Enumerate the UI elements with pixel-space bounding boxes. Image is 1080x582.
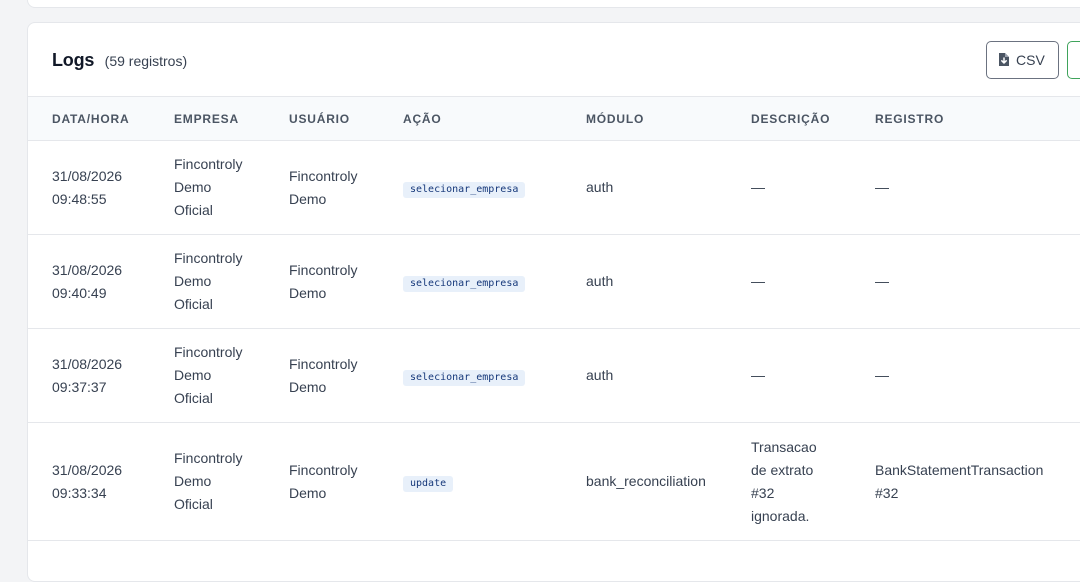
company-line: Oficial: [174, 296, 213, 312]
user-cell: Fincontroly Demo: [265, 234, 379, 329]
logs-card-header: Logs (59 registros) CSV: [28, 23, 1080, 96]
logs-table-container: DATA/HORA EMPRESA USUÁRIO AÇÃO MÓDULO DE…: [28, 96, 1080, 541]
company-line: Demo: [174, 473, 212, 489]
column-header-description[interactable]: DESCRIÇÃO: [727, 96, 851, 141]
user-line: Demo: [289, 284, 327, 301]
record-cell: BankStatementTransaction #32: [851, 422, 1080, 541]
column-header-company[interactable]: EMPRESA: [150, 96, 265, 141]
date-time-cell: 31/08/2026 09:33:34: [28, 422, 150, 541]
company-line: Demo: [174, 179, 212, 195]
logs-table-header-row: DATA/HORA EMPRESA USUÁRIO AÇÃO MÓDULO DE…: [28, 96, 1080, 141]
description-line: ignorada.: [751, 507, 810, 524]
action-cell: update: [379, 422, 562, 541]
company-line: Fincontroly: [174, 344, 243, 360]
record-cell: —: [851, 234, 1080, 329]
user-line: Fincontroly: [289, 261, 358, 278]
csv-export-button[interactable]: CSV: [986, 41, 1059, 79]
column-header-module[interactable]: MÓDULO: [562, 96, 727, 141]
logs-card: Logs (59 registros) CSV DATA/HORA EMPRES…: [27, 22, 1080, 582]
user-line: Fincontroly: [289, 461, 358, 478]
logs-table-header: DATA/HORA EMPRESA USUÁRIO AÇÃO MÓDULO DE…: [28, 96, 1080, 141]
logs-title-group: Logs (59 registros): [52, 50, 187, 71]
company-line: Fincontroly: [174, 450, 243, 466]
csv-button-label: CSV: [1016, 52, 1045, 68]
logs-table-body: 31/08/2026 09:48:55 Fincontroly Demo Ofi…: [28, 140, 1080, 541]
table-row[interactable]: 31/08/2026 09:33:34 Fincontroly Demo Ofi…: [28, 422, 1080, 541]
action-badge: update: [403, 476, 454, 492]
user-line: Fincontroly: [289, 167, 358, 184]
description-line: Transacao: [751, 438, 817, 455]
description-cell: —: [727, 234, 851, 329]
record-cell: —: [851, 328, 1080, 423]
user-line: Demo: [289, 484, 327, 501]
action-cell: selecionar_empresa: [379, 328, 562, 423]
company-cell: Fincontroly Demo Oficial: [150, 234, 265, 329]
module-cell: bank_reconciliation: [562, 422, 727, 541]
company-line: Demo: [174, 367, 212, 383]
company-line: Oficial: [174, 496, 213, 512]
time: 09:48:55: [52, 190, 107, 207]
logs-table: DATA/HORA EMPRESA USUÁRIO AÇÃO MÓDULO DE…: [28, 96, 1080, 541]
date-time-cell: 31/08/2026 09:48:55: [28, 140, 150, 235]
user-cell: Fincontroly Demo: [265, 328, 379, 423]
record-line: BankStatementTransaction: [875, 461, 1044, 478]
company-line: Oficial: [174, 390, 213, 406]
action-cell: selecionar_empresa: [379, 234, 562, 329]
empty-record: —: [875, 273, 889, 289]
user-line: Fincontroly: [289, 355, 358, 372]
previous-card-edge: [27, 0, 1080, 8]
module-cell: auth: [562, 234, 727, 329]
empty-record: —: [875, 179, 889, 195]
date-time-cell: 31/08/2026 09:37:37: [28, 328, 150, 423]
company-cell: Fincontroly Demo Oficial: [150, 140, 265, 235]
description-line: #32: [751, 484, 775, 501]
description-cell: Transacao de extrato #32 ignorada.: [727, 422, 851, 541]
column-header-user[interactable]: USUÁRIO: [265, 96, 379, 141]
empty-record: —: [875, 367, 889, 383]
file-download-icon: [999, 53, 1009, 66]
record-line: #32: [875, 484, 899, 501]
time: 09:40:49: [52, 284, 107, 301]
empty-description: —: [751, 273, 765, 289]
company-line: Demo: [174, 273, 212, 289]
logs-title: Logs: [52, 50, 95, 70]
user-line: Demo: [289, 190, 327, 207]
action-badge: selecionar_empresa: [403, 370, 526, 386]
logs-record-count: (59 registros): [104, 53, 188, 69]
date: 31/08/2026: [52, 167, 123, 184]
date: 31/08/2026: [52, 261, 123, 278]
table-row[interactable]: 31/08/2026 09:40:49 Fincontroly Demo Ofi…: [28, 234, 1080, 329]
company-line: Fincontroly: [174, 250, 243, 266]
description-cell: —: [727, 140, 851, 235]
column-header-date-time[interactable]: DATA/HORA: [28, 96, 150, 141]
empty-description: —: [751, 367, 765, 383]
action-badge: selecionar_empresa: [403, 182, 526, 198]
record-cell: —: [851, 140, 1080, 235]
description-line: de extrato: [751, 461, 814, 478]
time: 09:33:34: [52, 484, 107, 501]
company-line: Oficial: [174, 202, 213, 218]
user-line: Demo: [289, 378, 327, 395]
date: 31/08/2026: [52, 461, 123, 478]
date: 31/08/2026: [52, 355, 123, 372]
company-line: Fincontroly: [174, 156, 243, 172]
action-cell: selecionar_empresa: [379, 140, 562, 235]
date-time-cell: 31/08/2026 09:40:49: [28, 234, 150, 329]
table-row[interactable]: 31/08/2026 09:48:55 Fincontroly Demo Ofi…: [28, 140, 1080, 235]
company-cell: Fincontroly Demo Oficial: [150, 422, 265, 541]
empty-description: —: [751, 179, 765, 195]
user-cell: Fincontroly Demo: [265, 422, 379, 541]
action-badge: selecionar_empresa: [403, 276, 526, 292]
time: 09:37:37: [52, 378, 107, 395]
user-cell: Fincontroly Demo: [265, 140, 379, 235]
export-secondary-button[interactable]: [1067, 41, 1080, 79]
column-header-action[interactable]: AÇÃO: [379, 96, 562, 141]
column-header-record[interactable]: REGISTRO: [851, 96, 1080, 141]
module-cell: auth: [562, 328, 727, 423]
table-row[interactable]: 31/08/2026 09:37:37 Fincontroly Demo Ofi…: [28, 328, 1080, 423]
description-cell: —: [727, 328, 851, 423]
company-cell: Fincontroly Demo Oficial: [150, 328, 265, 423]
module-cell: auth: [562, 140, 727, 235]
